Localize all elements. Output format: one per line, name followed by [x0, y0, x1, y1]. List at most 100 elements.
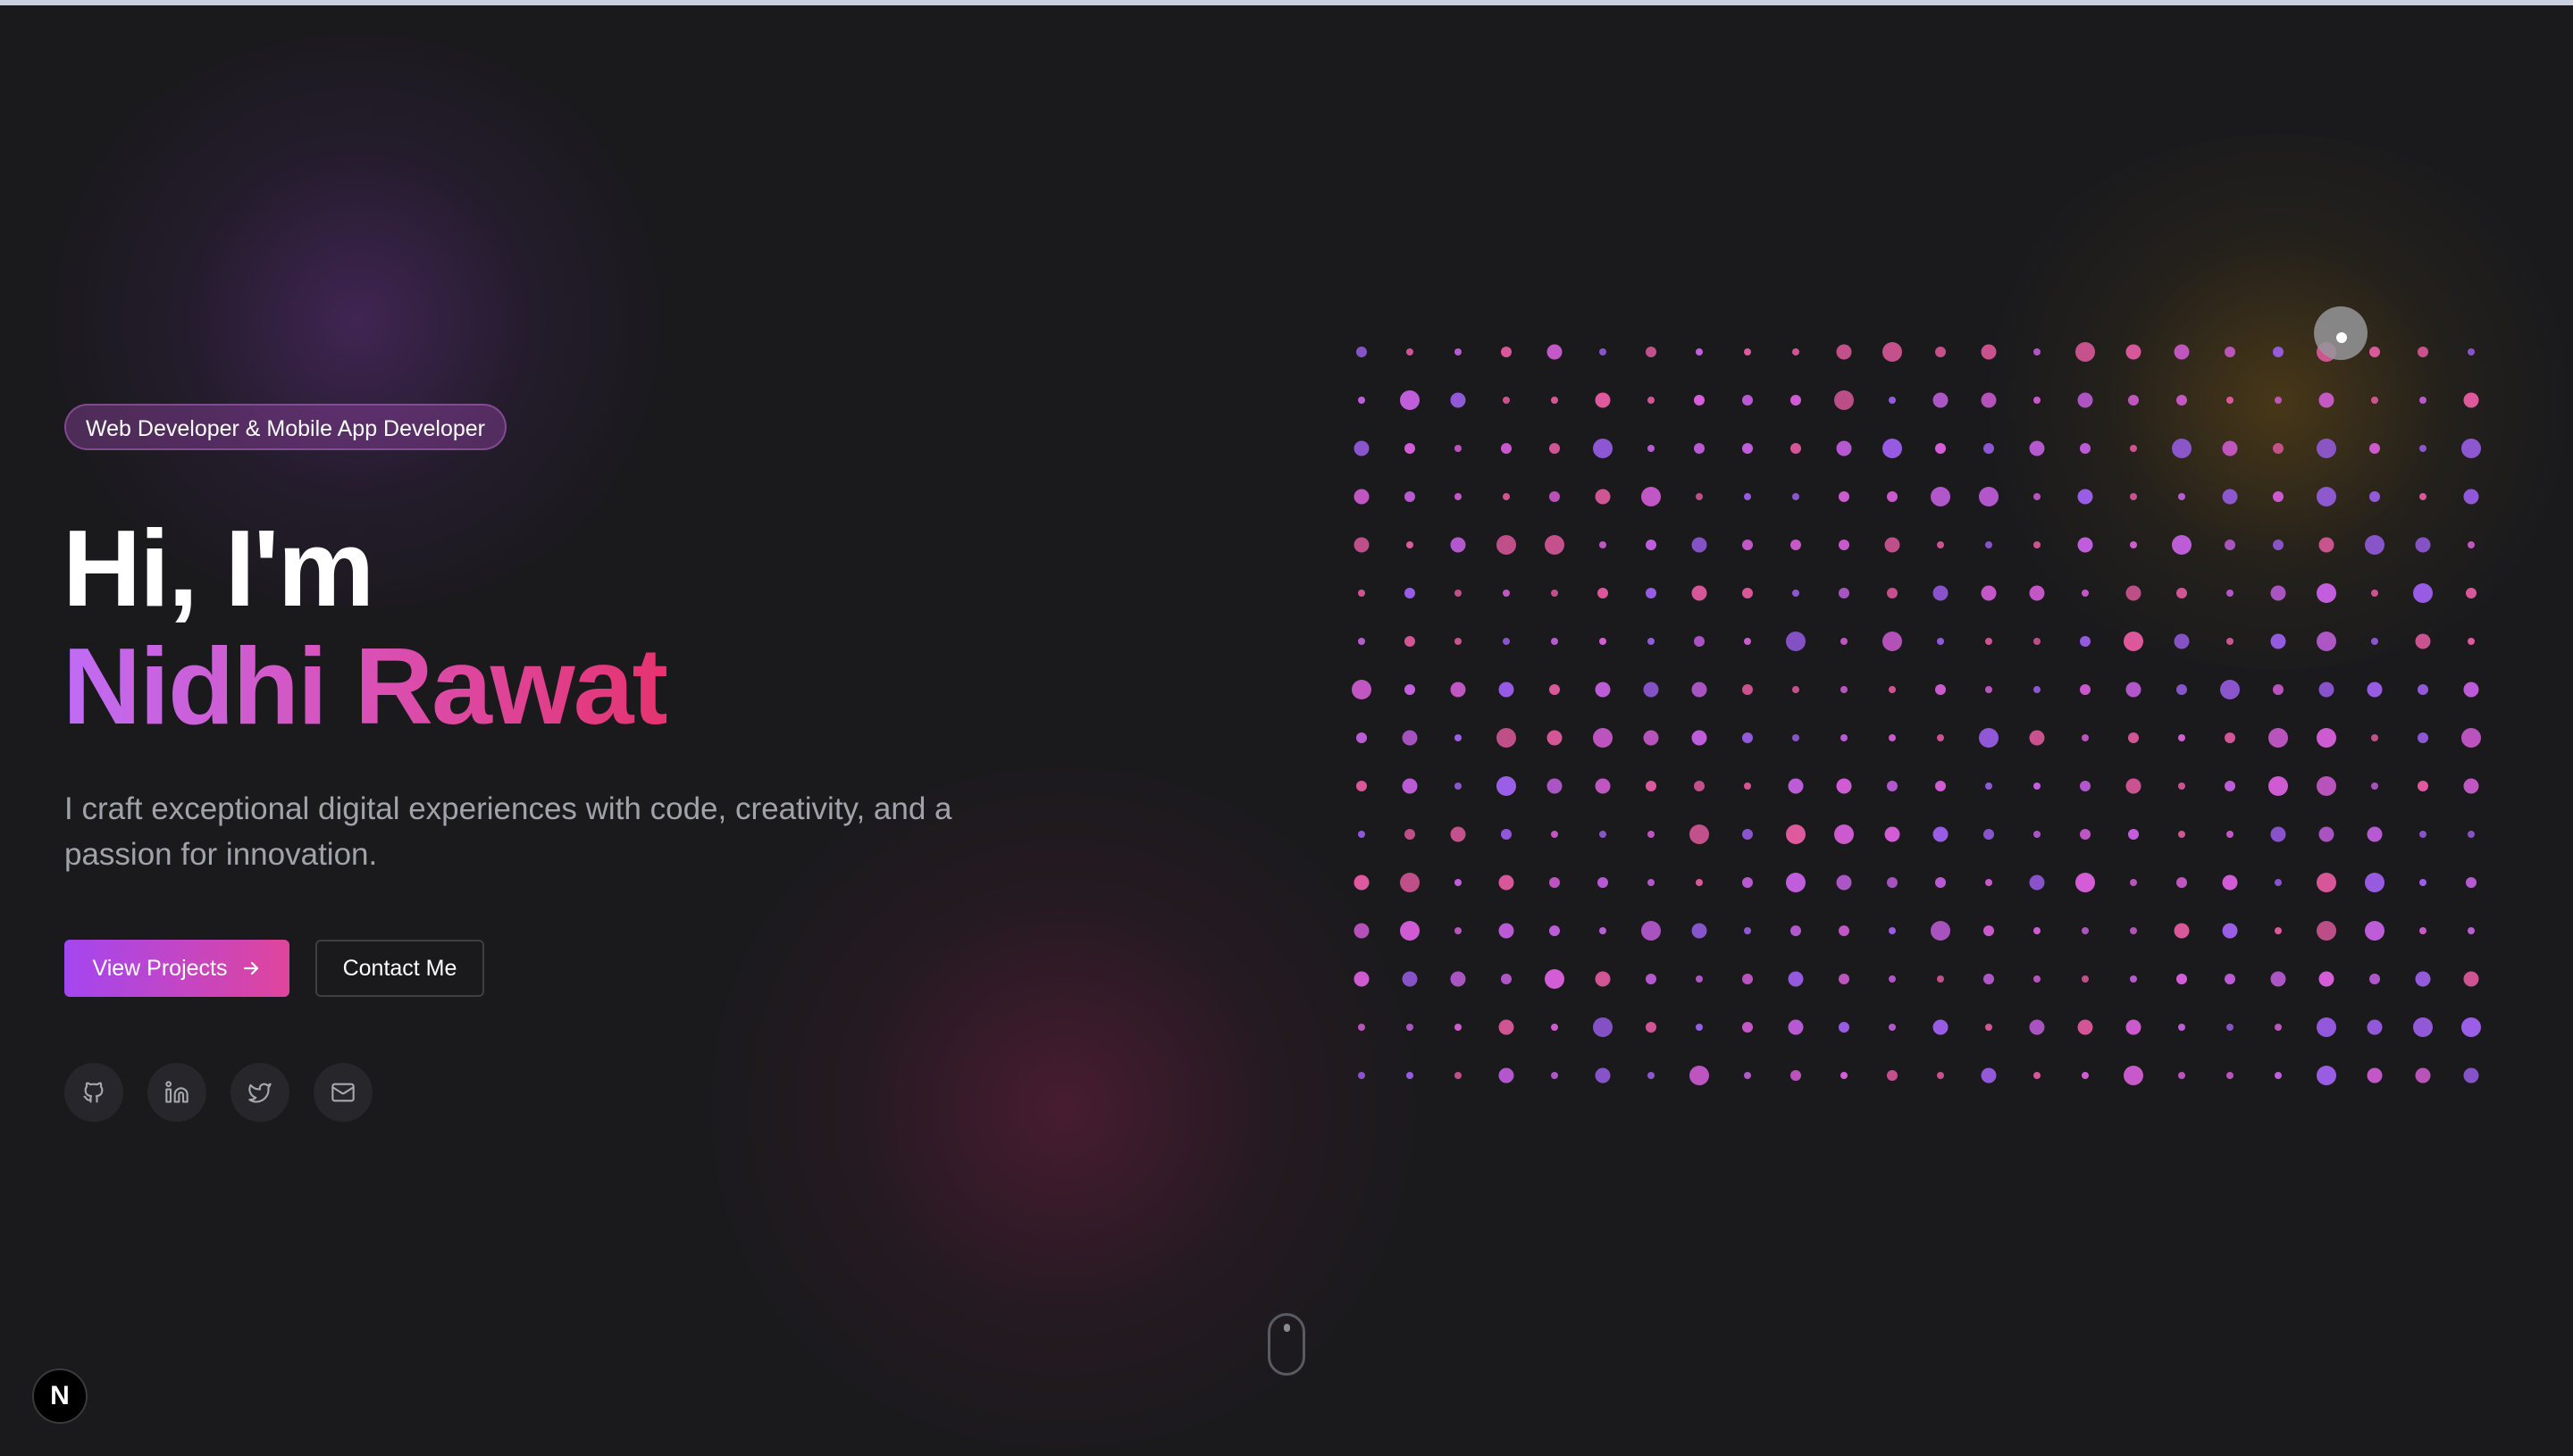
view-projects-button[interactable]: View Projects	[64, 940, 289, 997]
grid-dot	[1937, 734, 1944, 741]
grid-dot	[2222, 489, 2238, 505]
grid-dot	[1646, 1022, 1656, 1033]
grid-dot	[2225, 974, 2235, 984]
grid-dot	[1593, 728, 1613, 748]
grid-dot	[1593, 1017, 1613, 1037]
grid-dot	[1786, 824, 1806, 844]
grid-dot	[1742, 395, 1753, 406]
grid-dot	[1454, 734, 1462, 741]
grid-dot	[1836, 778, 1852, 794]
grid-dot	[1647, 638, 1655, 645]
grid-dot	[2178, 1072, 2185, 1079]
grid-dot	[1356, 732, 1367, 743]
twitter-link[interactable]	[230, 1063, 289, 1122]
linkedin-link[interactable]	[147, 1063, 206, 1122]
cursor-indicator	[2314, 306, 2368, 360]
grid-dot	[2463, 1067, 2479, 1084]
grid-dot	[1454, 348, 1462, 356]
github-link[interactable]	[64, 1063, 123, 1122]
grid-dot	[1454, 927, 1462, 934]
grid-dot	[1790, 395, 1801, 406]
grid-dot	[2273, 443, 2284, 454]
grid-dot	[2275, 1024, 2282, 1031]
grid-dot	[1691, 923, 1707, 939]
grid-dot	[1454, 879, 1462, 886]
grid-dot	[1549, 684, 1560, 695]
view-projects-label: View Projects	[92, 955, 228, 981]
grid-dot	[2369, 443, 2380, 454]
grid-dot	[1551, 397, 1558, 404]
grid-dot	[2033, 686, 2041, 693]
grid-dot	[1501, 443, 1512, 454]
grid-dot	[2419, 927, 2426, 934]
grid-dot	[1496, 535, 1516, 555]
grid-dot	[1935, 781, 1946, 791]
scroll-indicator[interactable]	[1268, 1313, 1305, 1376]
grid-dot	[1356, 781, 1367, 791]
grid-dot	[1744, 493, 1751, 500]
grid-dot	[2222, 923, 2238, 939]
grid-dot	[1352, 680, 1371, 699]
grid-dot	[1450, 392, 1466, 408]
grid-dot	[2419, 445, 2426, 452]
grid-dot	[1647, 879, 1655, 886]
grid-dot	[2317, 1066, 2336, 1085]
grid-dot	[1450, 537, 1466, 553]
grid-dot	[2367, 826, 2383, 842]
grid-dot	[2268, 776, 2288, 796]
grid-dot	[1689, 1066, 1709, 1085]
grid-dot	[1889, 1024, 1896, 1031]
grid-dot	[1742, 684, 1753, 695]
grid-dot	[1744, 638, 1751, 645]
grid-dot	[1792, 590, 1799, 597]
grid-dot	[1694, 636, 1705, 647]
grid-dot	[1496, 728, 1516, 748]
grid-dot	[1597, 877, 1608, 888]
grid-dot	[1788, 1019, 1804, 1035]
grid-dot	[1889, 734, 1896, 741]
grid-dot	[2365, 921, 2384, 941]
grid-dot	[1742, 443, 1753, 454]
grid-dot	[1836, 440, 1852, 456]
grid-dot	[1884, 826, 1900, 842]
grid-dot	[2418, 684, 2428, 695]
grid-dot	[1498, 1067, 1514, 1084]
grid-dot	[1406, 541, 1413, 548]
grid-dot	[2317, 921, 2336, 941]
grid-dot	[2461, 1017, 2481, 1037]
grid-dot	[2225, 781, 2235, 791]
grid-dot	[1641, 487, 1661, 506]
grid-dot	[1985, 1024, 1992, 1031]
grid-dot	[1501, 829, 1512, 840]
grid-dot	[1402, 971, 1418, 987]
grid-dot	[1498, 1019, 1514, 1035]
grid-dot	[1981, 344, 1997, 360]
grid-dot	[2082, 975, 2089, 983]
grid-dot	[2317, 776, 2336, 796]
grid-dot	[1498, 682, 1514, 698]
grid-dot	[2270, 585, 2286, 601]
twitter-icon	[248, 1083, 272, 1103]
grid-dot	[2128, 395, 2139, 406]
contact-me-button[interactable]: Contact Me	[315, 940, 484, 997]
grid-dot	[2317, 487, 2336, 506]
grid-dot	[2371, 734, 2378, 741]
grid-dot	[1406, 1072, 1413, 1079]
grid-dot	[2275, 927, 2282, 934]
grid-dot	[2270, 971, 2286, 987]
grid-dot	[1546, 344, 1563, 360]
grid-dot	[1358, 831, 1365, 838]
grid-dot	[1358, 1024, 1365, 1031]
grid-dot	[1454, 445, 1462, 452]
grid-dot	[1691, 537, 1707, 553]
email-link[interactable]	[314, 1063, 373, 1122]
name-text: Nidhi Rawat	[63, 625, 668, 747]
grid-dot	[2125, 778, 2141, 794]
grid-dot	[1498, 874, 1514, 891]
grid-dot	[2130, 927, 2137, 934]
framework-badge[interactable]: N	[32, 1368, 88, 1424]
grid-dot	[1595, 392, 1611, 408]
grid-dot	[1696, 348, 1703, 356]
grid-dot	[1406, 1024, 1413, 1031]
grid-dot	[1551, 831, 1558, 838]
